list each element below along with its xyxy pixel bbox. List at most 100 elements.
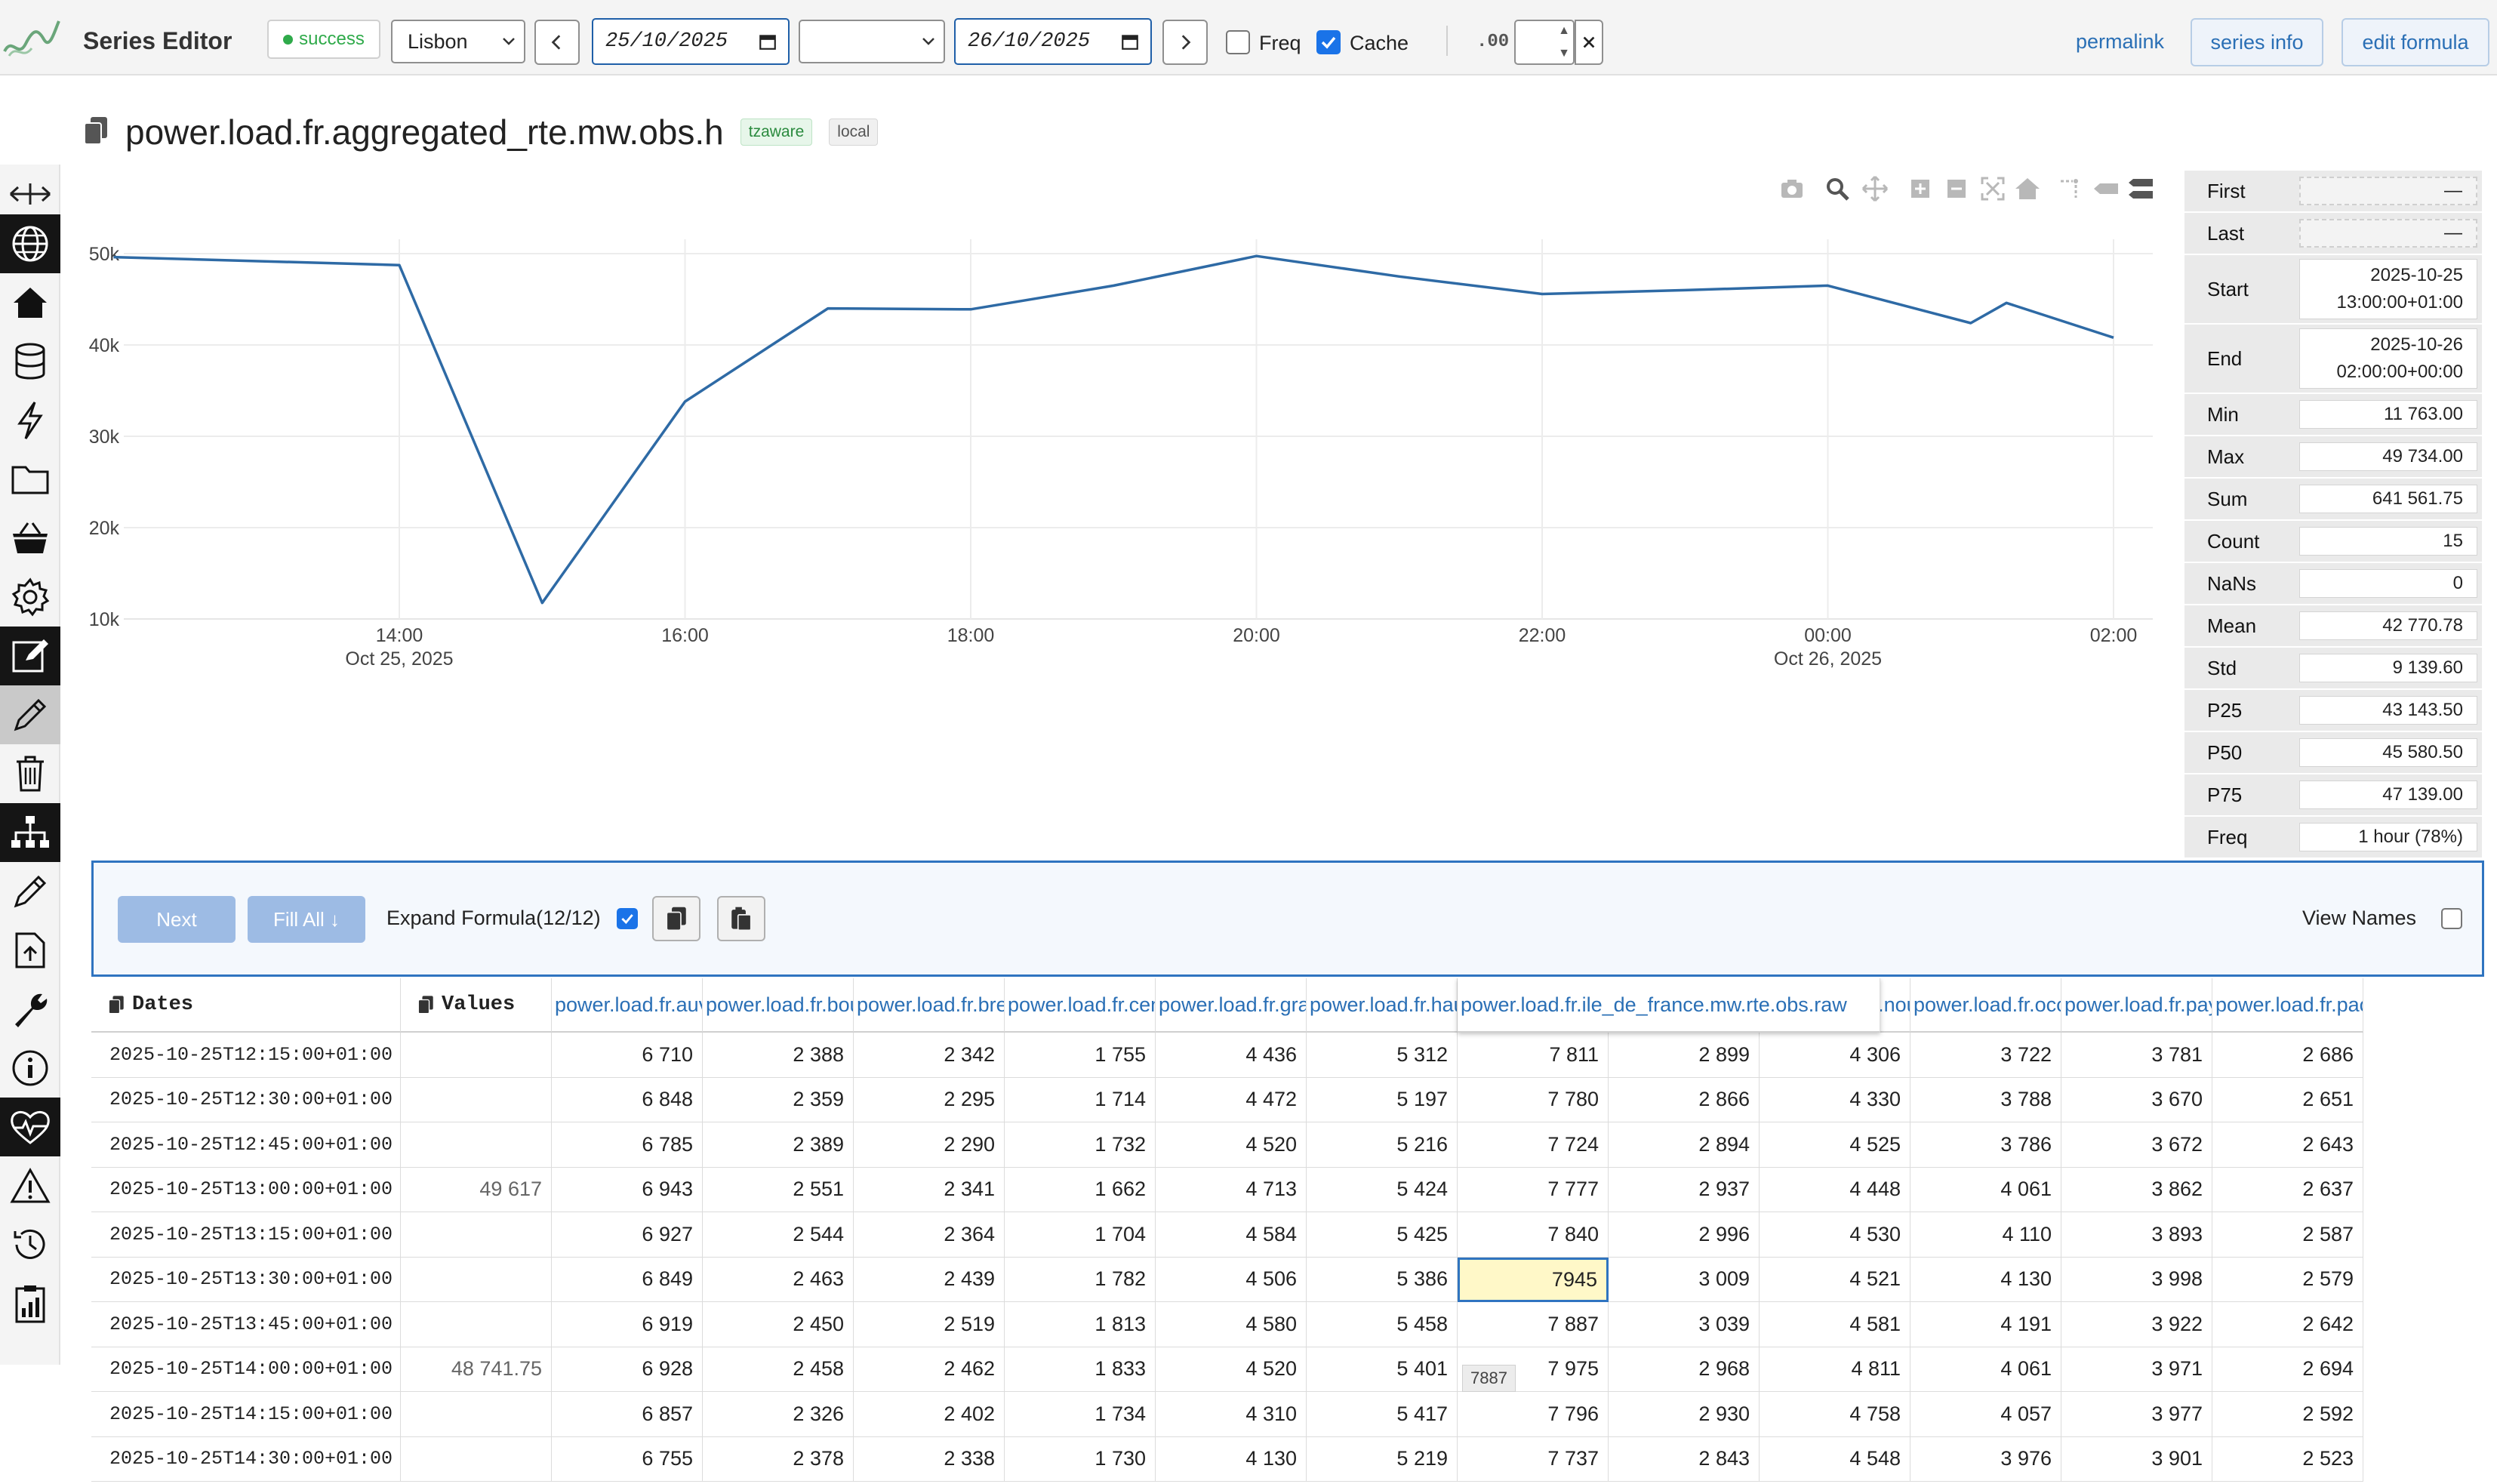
data-cell[interactable]: 1 755	[1005, 1033, 1156, 1078]
data-cell[interactable]: 2 587	[2212, 1212, 2363, 1258]
value-cell[interactable]: 48 741.75	[401, 1347, 552, 1392]
data-cell[interactable]: 2 651	[2212, 1077, 2363, 1122]
freq-checkbox[interactable]	[1226, 30, 1250, 54]
data-cell[interactable]: 6 848	[552, 1077, 703, 1122]
data-cell[interactable]: 5 424	[1307, 1167, 1458, 1212]
data-cell[interactable]: 4 584	[1156, 1212, 1307, 1258]
data-cell[interactable]: 4 110	[1910, 1212, 2061, 1258]
prev-date-button[interactable]	[534, 20, 580, 65]
data-cell[interactable]: 3 976	[1910, 1436, 2061, 1482]
fill-all-button[interactable]: Fill All ↓	[248, 896, 365, 943]
data-cell[interactable]: 6 857	[552, 1392, 703, 1437]
data-cell[interactable]: 4 436	[1156, 1033, 1307, 1078]
data-cell[interactable]: 2 519	[854, 1302, 1005, 1347]
series-line[interactable]	[113, 254, 2114, 605]
data-cell[interactable]: 4 506	[1156, 1257, 1307, 1302]
series-info-button[interactable]: series info	[2191, 18, 2323, 66]
data-cell[interactable]: 7 777	[1458, 1167, 1609, 1212]
data-cell[interactable]: 1 734	[1005, 1392, 1156, 1437]
data-cell[interactable]: 1 704	[1005, 1212, 1156, 1258]
data-cell[interactable]: 2 364	[854, 1212, 1005, 1258]
sidebar-item-reports[interactable]	[0, 1274, 60, 1333]
value-cell[interactable]: 49 617	[401, 1167, 552, 1212]
sidebar-item-pencil[interactable]	[0, 862, 60, 921]
data-cell[interactable]: 3 781	[2061, 1033, 2212, 1078]
data-cell[interactable]: 2 544	[703, 1212, 854, 1258]
column-header[interactable]: power.load.fr.auvergne_rhone_alpes	[552, 978, 703, 1033]
data-cell[interactable]: 2 342	[854, 1033, 1005, 1078]
data-cell[interactable]: 2 643	[2212, 1122, 2363, 1168]
data-cell[interactable]: 2 402	[854, 1392, 1005, 1437]
column-header[interactable]: power.load.fr.grand_est	[1156, 978, 1307, 1033]
dates-header[interactable]: Dates	[91, 978, 401, 1033]
column-header[interactable]: power.load.fr.bretagne	[854, 978, 1005, 1033]
data-cell[interactable]: 4 548	[1760, 1436, 1910, 1482]
data-cell[interactable]: 4 811	[1760, 1347, 1910, 1392]
stepper-down-icon[interactable]: ▼	[1558, 47, 1570, 60]
data-cell[interactable]: 2 694	[2212, 1347, 2363, 1392]
data-cell[interactable]: 6 919	[552, 1302, 703, 1347]
data-cell[interactable]: 2 439	[854, 1257, 1005, 1302]
data-cell[interactable]: 4 530	[1760, 1212, 1910, 1258]
next-button[interactable]: Next	[118, 896, 236, 943]
value-cell[interactable]	[401, 1212, 552, 1258]
data-cell[interactable]: 1 813	[1005, 1302, 1156, 1347]
timezone-select[interactable]: Lisbon	[391, 20, 525, 63]
data-cell[interactable]: 4 581	[1760, 1302, 1910, 1347]
data-cell[interactable]: 5 219	[1307, 1436, 1458, 1482]
sidebar-item-pencil-active[interactable]	[0, 685, 60, 744]
sidebar-item-upload[interactable]	[0, 921, 60, 980]
line-chart[interactable]: 50k 40k 30k 20k 10k 14:00Oct 25, 2025 16:00 18…	[62, 168, 2180, 856]
data-cell[interactable]: 2 389	[703, 1122, 854, 1168]
data-cell[interactable]: 2 378	[703, 1436, 854, 1482]
data-cell[interactable]: 2 523	[2212, 1436, 2363, 1482]
value-cell[interactable]	[401, 1436, 552, 1482]
data-cell[interactable]: 2 359	[703, 1077, 854, 1122]
data-cell[interactable]: 2 295	[854, 1077, 1005, 1122]
sidebar-item-tools[interactable]	[0, 980, 60, 1039]
data-cell[interactable]: 7 737	[1458, 1436, 1609, 1482]
data-cell[interactable]: 4 061	[1910, 1167, 2061, 1212]
copy-formula-button[interactable]	[652, 896, 700, 941]
edit-formula-button[interactable]: edit formula	[2342, 18, 2489, 66]
data-cell[interactable]: 3 039	[1609, 1302, 1760, 1347]
data-cell[interactable]: 3 722	[1910, 1033, 2061, 1078]
data-cell[interactable]: 3 862	[2061, 1167, 2212, 1212]
sidebar-item-basket[interactable]	[0, 509, 60, 568]
values-header[interactable]: Values	[401, 978, 552, 1033]
permalink-link[interactable]: permalink	[2076, 30, 2164, 54]
data-cell[interactable]: 3 788	[1910, 1077, 2061, 1122]
data-cell[interactable]: 3 901	[2061, 1436, 2212, 1482]
data-cell[interactable]: 4 310	[1156, 1392, 1307, 1437]
data-cell[interactable]: 4 130	[1156, 1436, 1307, 1482]
date-from-input[interactable]: 25/10/2025	[592, 18, 790, 65]
sidebar-item-edit[interactable]	[0, 627, 60, 685]
data-cell[interactable]: 4 758	[1760, 1392, 1910, 1437]
data-cell[interactable]: 5 386	[1307, 1257, 1458, 1302]
data-cell[interactable]: 6 785	[552, 1122, 703, 1168]
next-date-button[interactable]	[1162, 20, 1208, 65]
data-cell[interactable]: 4 130	[1910, 1257, 2061, 1302]
data-cell[interactable]: 2 642	[2212, 1302, 2363, 1347]
data-cell[interactable]: 6 928	[552, 1347, 703, 1392]
data-cell[interactable]: 7 887	[1458, 1302, 1609, 1347]
data-cell[interactable]: 1 782	[1005, 1257, 1156, 1302]
sidebar-item-health[interactable]	[0, 1098, 60, 1156]
data-cell[interactable]: 2 551	[703, 1167, 854, 1212]
clear-decimals-button[interactable]	[1575, 20, 1603, 65]
data-cell[interactable]: 2 579	[2212, 1257, 2363, 1302]
copy-icon[interactable]	[417, 995, 434, 1014]
data-cell[interactable]: 3 786	[1910, 1122, 2061, 1168]
data-cell[interactable]: 7 811	[1458, 1033, 1609, 1078]
data-cell[interactable]: 2 326	[703, 1392, 854, 1437]
value-cell[interactable]	[401, 1033, 552, 1078]
data-cell[interactable]: 4 520	[1156, 1122, 1307, 1168]
data-cell[interactable]: 2 458	[703, 1347, 854, 1392]
data-cell[interactable]: 3 672	[2061, 1122, 2212, 1168]
column-header[interactable]: power.load.fr.pays_de_la_loire	[2061, 978, 2212, 1033]
data-cell[interactable]: 2 462	[854, 1347, 1005, 1392]
expand-formula-checkbox[interactable]	[617, 908, 638, 929]
data-cell[interactable]: 3 971	[2061, 1347, 2212, 1392]
value-cell[interactable]	[401, 1302, 552, 1347]
data-cell[interactable]: 5 425	[1307, 1212, 1458, 1258]
